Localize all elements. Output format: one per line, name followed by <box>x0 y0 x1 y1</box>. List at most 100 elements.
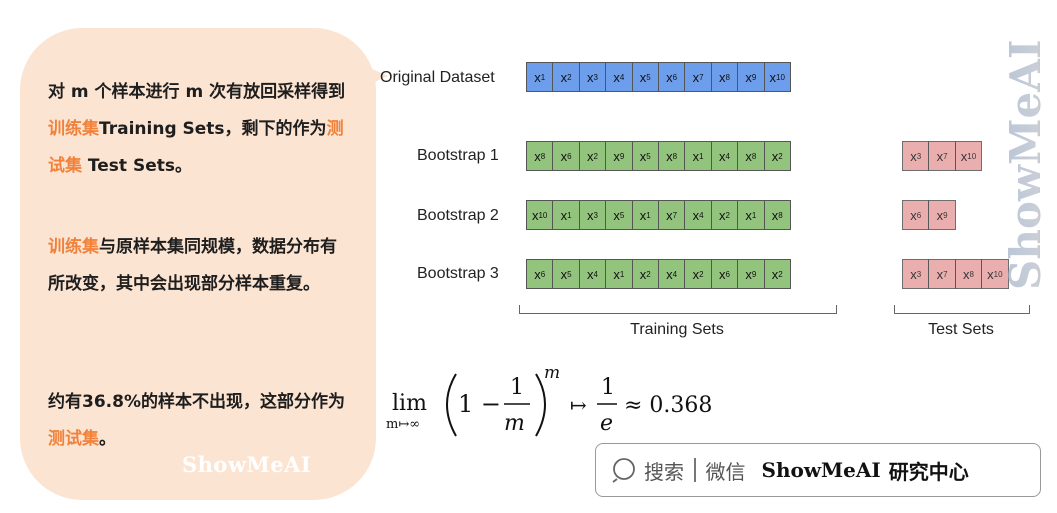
sample-cell: x7 <box>928 141 956 171</box>
sample-cell: x9 <box>605 141 633 171</box>
paragraph-distribution: 训练集与原样本集同规模，数据分布有所改变，其中会出现部分样本重复。 <box>48 229 353 303</box>
sample-cell: x2 <box>763 141 791 171</box>
formula-left-paren <box>446 373 457 437</box>
test-sets-bracket <box>894 305 1030 314</box>
sample-index: 6 <box>725 269 730 279</box>
sample-cell: x9 <box>928 200 956 230</box>
formula-lim: lim <box>392 391 427 416</box>
sample-index: 4 <box>725 151 730 161</box>
sample-cell: x6 <box>902 200 930 230</box>
sample-cell: x1 <box>526 62 554 92</box>
paragraph-text: 约有36.8%的样本不出现，这部分作为 <box>48 392 345 412</box>
sample-cell: x2 <box>552 62 580 92</box>
sample-index: 8 <box>725 72 730 82</box>
bootstrap-3-label: Bootstrap 3 <box>417 265 499 282</box>
bootstrap-3-train-cells: x6x5x4x1x2x4x2x6x9x2 <box>526 259 791 289</box>
sample-cell: x3 <box>578 200 607 230</box>
formula-right-paren <box>535 373 546 437</box>
watermark-text: ShowMeAI <box>1001 40 1050 290</box>
sample-cell: x8 <box>737 141 765 171</box>
sample-cell: x7 <box>928 259 956 289</box>
sample-index: 10 <box>538 210 548 220</box>
sample-cell: x4 <box>578 259 607 289</box>
sample-index: 6 <box>916 210 922 220</box>
bootstrap-2-train-cells: x 10 x 1 x 3 x 5 x 1 x 7 x 4 x 2 x 1 x 8 <box>526 200 791 230</box>
highlight-term: 训练集 <box>48 237 99 257</box>
sample-cell: x2 <box>684 259 712 289</box>
sample-cell: x 10 <box>954 141 983 171</box>
showmeai-watermark: ShowMeAI <box>1001 40 1050 290</box>
formula-approx-value: ≈ 0.368 <box>624 393 712 418</box>
bootstrap-1-test-cells: x 3 x 7 x 10 <box>902 141 983 171</box>
sample-index: 3 <box>916 151 922 161</box>
paragraph-probability: 约有36.8%的样本不出现，这部分作为测试集。 <box>48 384 353 458</box>
search-label: 搜索 <box>644 459 684 484</box>
formula-lim-sub: m↦∞ <box>386 417 420 432</box>
sample-index: 3 <box>593 210 598 220</box>
sample-cell: x6 <box>657 62 686 92</box>
highlight-term: 训练集 <box>48 119 99 139</box>
sample-index: 10 <box>967 151 977 161</box>
search-brand: ShowMeAI <box>761 458 881 482</box>
sample-index: 1 <box>751 210 757 220</box>
sample-index: 8 <box>540 151 546 161</box>
sample-index: 1 <box>646 210 651 220</box>
sample-cell: x1 <box>552 200 580 230</box>
sample-index: 8 <box>969 269 974 279</box>
sample-index: 4 <box>593 269 598 279</box>
training-sets-label: Training Sets <box>630 321 724 338</box>
sample-index: 9 <box>751 72 757 82</box>
sample-cell: x2 <box>710 200 739 230</box>
sample-cell: x5 <box>552 259 580 289</box>
sample-cell: x6 <box>710 259 739 289</box>
test-sets-label: Test Sets <box>928 321 994 338</box>
sample-index: 3 <box>916 269 922 279</box>
bootstrap-2-label: Bootstrap 2 <box>417 207 499 224</box>
sample-index: 6 <box>672 72 678 82</box>
sample-index: 8 <box>778 210 783 220</box>
sample-cell: x5 <box>605 200 633 230</box>
sample-index: 2 <box>725 210 730 220</box>
sample-cell: x4 <box>684 200 712 230</box>
search-separator <box>694 458 696 482</box>
sample-index: 8 <box>751 151 757 161</box>
sample-index: 2 <box>646 269 651 279</box>
sample-index: 2 <box>593 151 598 161</box>
paragraph-text: 对 m 个样本进行 m 次有放回采样得到 <box>48 82 346 102</box>
sample-cell: x 10 <box>526 200 554 230</box>
paragraph-sampling: 对 m 个样本进行 m 次有放回采样得到训练集Training Sets，剩下的… <box>48 74 353 185</box>
sample-cell: x1 <box>737 200 765 230</box>
original-dataset-label: Original Dataset <box>380 69 495 86</box>
sample-index: 1 <box>699 151 704 161</box>
sample-index: 5 <box>646 151 651 161</box>
original-dataset-cells: x 1 x 2 x 3 x 4 x 5 x 6 x 7 x 8 x 9 x 10 <box>526 62 791 92</box>
bootstrap-3-test-cells: x 3 x 7 x 8 x 10 <box>902 259 1009 289</box>
sample-cell: x4 <box>605 62 633 92</box>
sample-index: 1 <box>540 72 546 82</box>
highlight-term: 测试集 <box>48 429 99 449</box>
formula-denominator: m <box>504 411 525 436</box>
sample-index: 9 <box>943 210 948 220</box>
sample-cell: x6 <box>552 141 580 171</box>
sample-cell: x3 <box>578 62 607 92</box>
formula-numerator: 1 <box>510 375 524 400</box>
sample-cell: x8 <box>954 259 983 289</box>
sample-cell: x8 <box>710 62 739 92</box>
bootstrap-1-train-cells: x8x6x2x9x5x8x1x4x8x2 <box>526 141 791 171</box>
sample-index: 3 <box>593 72 598 82</box>
sample-index: 2 <box>699 269 704 279</box>
sample-index: 4 <box>619 72 625 82</box>
sample-cell: x6 <box>526 259 554 289</box>
paragraph-text: Test Sets。 <box>82 156 192 176</box>
sample-cell: x1 <box>605 259 633 289</box>
sample-index: 9 <box>619 151 625 161</box>
sample-index: 1 <box>619 269 625 279</box>
formula-exponent: m <box>544 363 560 383</box>
sample-cell: x1 <box>631 200 659 230</box>
search-bar[interactable]: 搜索 微信 ShowMeAI 研究中心 <box>595 443 1041 497</box>
sample-cell: x7 <box>657 200 686 230</box>
sample-cell: x9 <box>737 259 765 289</box>
sample-index: 6 <box>567 151 572 161</box>
sample-cell: x8 <box>657 141 686 171</box>
sample-cell: x8 <box>526 141 554 171</box>
